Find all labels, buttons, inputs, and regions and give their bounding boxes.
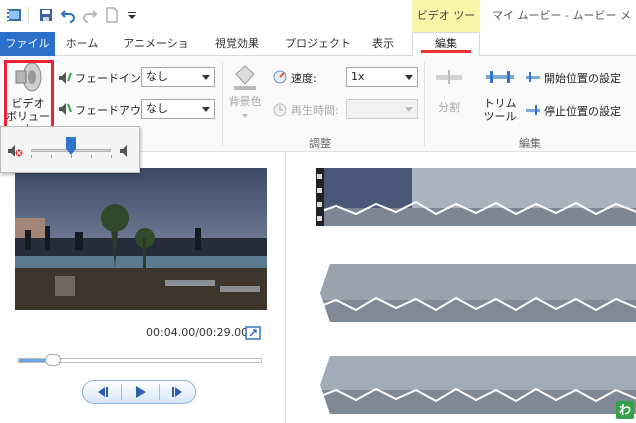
mute-icon [8, 145, 23, 157]
tab-home[interactable]: ホーム [62, 32, 102, 56]
fade-out-select[interactable]: なし [141, 99, 215, 119]
split-label: 分割 [438, 101, 460, 114]
app-film-icon [7, 9, 21, 21]
background-color-button: 背景色 [226, 62, 264, 126]
split-button: 分割 [430, 68, 468, 124]
speaker-loud-icon [120, 145, 127, 157]
video-preview [15, 168, 267, 310]
save-icon[interactable] [38, 7, 54, 23]
tab-edit[interactable]: 編集 [412, 32, 480, 56]
ime-badge: わ [616, 401, 634, 419]
storyboard-pane: わ [285, 152, 636, 423]
trim-label-1: トリム [483, 97, 517, 110]
speed-value: 1x [351, 70, 365, 83]
movie-maker-window: ビデオ ツール マイ ムービー - ムービー メーカー ファイル ホーム アニメ… [0, 0, 636, 423]
tab-file[interactable]: ファイル [0, 32, 55, 56]
title-bar: ビデオ ツール マイ ムービー - ムービー メーカー [0, 0, 636, 54]
redo-icon[interactable] [82, 7, 98, 23]
clip-1[interactable] [316, 168, 636, 226]
volume-tick [51, 155, 52, 158]
chevron-down-icon [242, 114, 248, 118]
clip-thumbnails [316, 356, 636, 414]
clip-thumbnails [316, 168, 636, 226]
speed-icon [273, 70, 287, 84]
edit-group-label: 編集 [519, 137, 541, 150]
volume-tick [91, 155, 92, 158]
trim-label-2: ツール [483, 110, 517, 123]
duration-select [346, 99, 418, 119]
undo-icon[interactable] [60, 7, 76, 23]
volume-tick [31, 155, 32, 158]
adjust-group-label: 調整 [309, 137, 331, 150]
background-color-label: 背景色 [228, 95, 262, 108]
play-icon[interactable] [121, 381, 159, 403]
playback-controls [82, 380, 196, 404]
paint-bucket-icon [234, 65, 256, 90]
set-start-icon [526, 72, 540, 82]
tab-visual-effects[interactable]: 視覚効果 [208, 32, 266, 56]
speed-label: 速度: [291, 72, 317, 85]
ribbon-separator [424, 62, 425, 146]
video-volume-highlight [4, 60, 54, 130]
previous-frame-icon[interactable] [83, 381, 121, 403]
duration-label: 再生時間: [291, 104, 339, 117]
next-frame-icon[interactable] [159, 381, 197, 403]
fade-in-label: フェードイン: [75, 72, 145, 85]
trim-tool-button[interactable]: トリム ツール [480, 68, 520, 128]
ribbon-tab-bar: ファイル ホーム アニメーション 視覚効果 プロジェクト 表示 編集 [0, 32, 636, 74]
tab-project[interactable]: プロジェクト [282, 32, 354, 56]
set-end-icon [526, 105, 540, 115]
speed-select[interactable]: 1x [346, 67, 418, 87]
volume-slider-thumb[interactable] [66, 137, 76, 155]
tab-view[interactable]: 表示 [366, 32, 400, 56]
video-frame-image [15, 168, 267, 310]
ribbon-separator [222, 62, 223, 146]
preview-pane: 00:04.00/00:29.00 [0, 152, 284, 423]
chevron-down-icon [202, 75, 210, 80]
volume-tick [71, 155, 72, 158]
chevron-down-icon [405, 107, 413, 112]
fullscreen-icon[interactable] [245, 326, 261, 340]
clock-icon [273, 103, 287, 117]
window-title: マイ ムービー - ムービー メーカー [492, 9, 631, 54]
tab-animation[interactable]: アニメーション [118, 32, 194, 74]
video-volume-popup [0, 126, 140, 173]
chevron-down-icon [202, 107, 210, 112]
fade-in-value: なし [146, 70, 168, 83]
fade-out-icon [59, 103, 72, 115]
seek-bar[interactable] [18, 354, 262, 366]
tab-edit-underline [421, 50, 471, 53]
set-end-point-button[interactable]: 停止位置の設定 [544, 103, 621, 119]
fade-in-select[interactable]: なし [141, 67, 215, 87]
split-icon [436, 70, 462, 84]
volume-tick [111, 155, 112, 158]
chevron-down-icon [405, 75, 413, 80]
video-tools-context-label: ビデオ ツール [412, 0, 480, 54]
seek-thumb[interactable] [44, 354, 61, 366]
clip-2[interactable] [316, 264, 636, 322]
qat-dropdown-icon[interactable] [124, 7, 140, 23]
fade-out-value: なし [146, 102, 168, 115]
set-start-point-button[interactable]: 開始位置の設定 [544, 70, 621, 86]
timecode: 00:04.00/00:29.00 [146, 326, 249, 339]
clip-3[interactable] [316, 356, 636, 414]
fade-in-icon [59, 72, 72, 84]
trim-icon [486, 71, 514, 83]
clip-thumbnails [316, 264, 636, 322]
new-document-icon[interactable] [104, 7, 120, 23]
tab-edit-label: 編集 [435, 37, 457, 50]
